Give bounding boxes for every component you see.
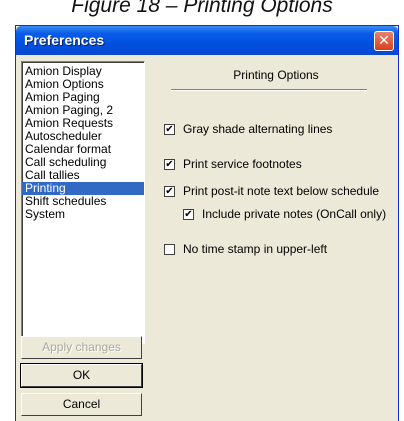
checkmark-icon: ✔	[165, 159, 174, 170]
close-button[interactable]: ✕	[374, 31, 394, 51]
ok-button[interactable]: OK	[20, 363, 143, 388]
no-timestamp-checkbox[interactable]	[164, 244, 175, 255]
service-footnotes-checkbox[interactable]: ✔	[164, 159, 175, 170]
category-list[interactable]: Amion Display Amion Options Amion Paging…	[21, 61, 145, 344]
cancel-button[interactable]: Cancel	[21, 393, 142, 416]
checkmark-icon: ✔	[165, 186, 174, 197]
heading-divider	[171, 89, 367, 91]
private-notes-checkbox[interactable]: ✔	[183, 209, 194, 220]
section-heading: Printing Options	[233, 68, 319, 82]
no-timestamp-label: No time stamp in upper-left	[183, 242, 328, 256]
figure-caption: Figure 18 – Printing Options	[71, 0, 333, 17]
checkmark-icon: ✔	[165, 124, 174, 135]
dialog-title: Preferences	[24, 32, 105, 48]
service-footnotes-label: Print service footnotes	[183, 157, 302, 171]
apply-changes-button[interactable]: Apply changes	[21, 336, 142, 359]
gray-shade-checkbox[interactable]: ✔	[164, 124, 175, 135]
preferences-dialog: Preferences ✕ Amion Display Amion Option…	[15, 25, 399, 421]
gray-shade-label: Gray shade alternating lines	[183, 122, 333, 136]
list-item-system[interactable]: System	[22, 208, 144, 221]
postit-text-label: Print post-it note text below schedule	[183, 184, 380, 198]
postit-text-checkbox[interactable]: ✔	[164, 186, 175, 197]
checkmark-icon: ✔	[184, 209, 193, 220]
title-bar[interactable]: Preferences ✕	[16, 26, 398, 55]
private-notes-label: Include private notes (OnCall only)	[202, 207, 387, 221]
